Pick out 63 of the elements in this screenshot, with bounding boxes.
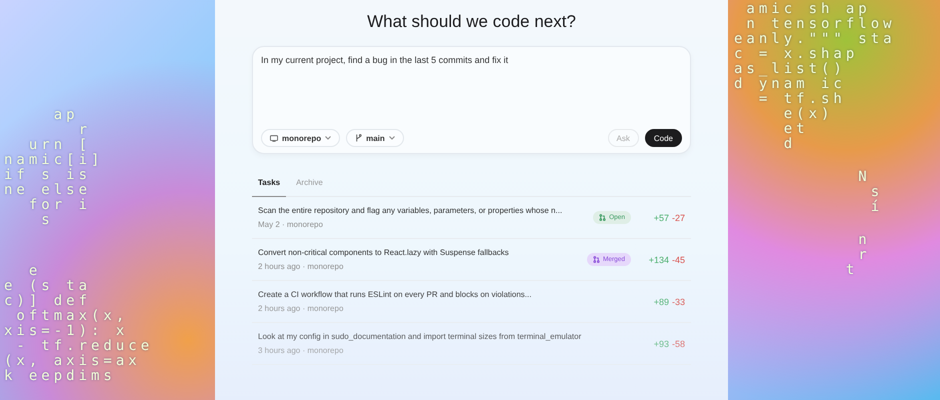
code-button[interactable]: Code	[644, 129, 682, 147]
task-title: Convert non-critical components to React.lazy with Suspense fallbacks	[258, 248, 510, 257]
monitor-icon	[270, 134, 278, 142]
prompt-field[interactable]: In my current project, find a bug in the last 5 commits and fix it monorepo main Ask Code	[252, 46, 691, 154]
task-meta: 3 hours ago · monorepo	[258, 346, 344, 355]
background-code-text: = tf.sh	[758, 92, 846, 107]
background-code-text: d ynam ic	[734, 77, 846, 92]
background-code-text: s	[40, 213, 54, 228]
prompt-input[interactable]: In my current project, find a bug in the last 5 commits and fix it	[261, 55, 682, 129]
chevron-down-icon	[325, 136, 332, 140]
task-title: Scan the entire repository and flag any variables, parameters, or properties whose n...	[258, 206, 564, 215]
background-code-text: d	[782, 137, 796, 152]
lines-removed: -45	[672, 254, 685, 264]
lines-added: +57	[654, 212, 669, 222]
background-code-text: oftmax(x,	[15, 309, 128, 324]
repo-selector[interactable]: monorepo	[261, 129, 340, 147]
lines-added: +134	[648, 254, 669, 264]
branch-icon	[355, 134, 362, 142]
background-code-text: e (s ta	[4, 279, 92, 294]
background-code-text: t	[844, 263, 858, 278]
page-heading: What should we code next?	[367, 12, 576, 32]
background-code-text: - tf.reduce	[15, 339, 154, 354]
branch-selector[interactable]: main	[346, 129, 404, 147]
background-code-text: ap	[52, 108, 79, 123]
background-code-text: n	[857, 233, 871, 248]
lines-added: +89	[654, 296, 669, 306]
task-row[interactable]: Create a CI workflow that runs ESLint on every PR and blocks on violations... 2 hours ago · monorepo +89 -33	[252, 281, 691, 323]
background-code-text: et	[782, 122, 809, 137]
task-title: Look at my config in sudo_documentation and import terminal sizes from terminal_emulator	[258, 332, 582, 341]
tab[interactable]: Tasks	[252, 174, 286, 197]
background-code-text: r	[857, 248, 871, 263]
background-code-text: N	[857, 170, 871, 185]
lines-removed: -33	[672, 296, 685, 306]
task-row[interactable]: Look at my config in sudo_documentation and import terminal sizes from terminal_emulator 3 hours ago · monorepo +93 -58	[252, 323, 691, 365]
chevron-down-icon	[388, 136, 395, 140]
lines-removed: -27	[672, 212, 685, 222]
background-code-text: for i	[28, 198, 92, 213]
background-code-text: c)] def	[4, 294, 92, 309]
pull-request-icon	[599, 214, 606, 221]
background-code-text: if s is	[4, 168, 92, 183]
background-code-text: namic[i]	[4, 153, 104, 168]
background-code-text: í	[870, 200, 884, 215]
background-code-text: k eepdims	[4, 369, 116, 384]
background-code-text: (x, axis=ax	[4, 354, 141, 369]
task-meta: 2 hours ago · monorepo	[258, 304, 344, 313]
background-code-text: urn [	[28, 138, 92, 153]
task-title: Create a CI workflow that runs ESLint on every PR and blocks on violations...	[258, 290, 532, 299]
background-code-text: s	[870, 185, 884, 200]
background-code-text: e	[28, 264, 42, 279]
task-meta: 2 hours ago · monorepo	[258, 262, 344, 271]
background-code-text: xis=-1): x	[4, 324, 128, 339]
background-code-text: ne else	[4, 183, 92, 198]
background-code-text: r	[78, 123, 92, 138]
background-code-text: amic sh ap	[745, 2, 871, 17]
background-code-text: c = x.shap	[734, 47, 858, 62]
task-meta: May 2 · monorepo	[258, 220, 324, 229]
background-code-text: n tensorflow	[745, 17, 896, 32]
background-code-text: e(x)	[782, 107, 834, 122]
lines-removed: -58	[672, 338, 685, 348]
lines-added: +93	[654, 338, 669, 348]
background-code-text: eanly.""" sta	[734, 32, 896, 47]
pull-request-icon	[592, 256, 600, 263]
background-code-text: as_list()	[734, 62, 846, 77]
